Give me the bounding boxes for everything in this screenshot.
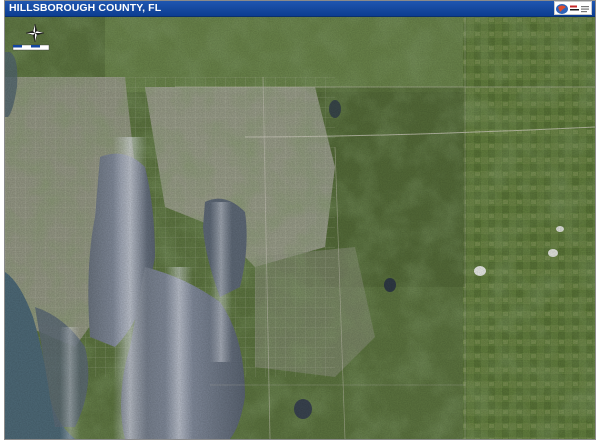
scale-bar [12, 44, 50, 51]
logo-graphic [556, 4, 589, 14]
map-frame: HILLSBOROUGH COUNTY, FL [4, 0, 596, 440]
satellite-map[interactable] [5, 17, 595, 439]
image-grain [5, 17, 595, 439]
publisher-logo-icon [554, 1, 592, 15]
map-image [5, 17, 595, 439]
map-title: HILLSBOROUGH COUNTY, FL [9, 2, 162, 14]
title-bar: HILLSBOROUGH COUNTY, FL [5, 1, 595, 17]
